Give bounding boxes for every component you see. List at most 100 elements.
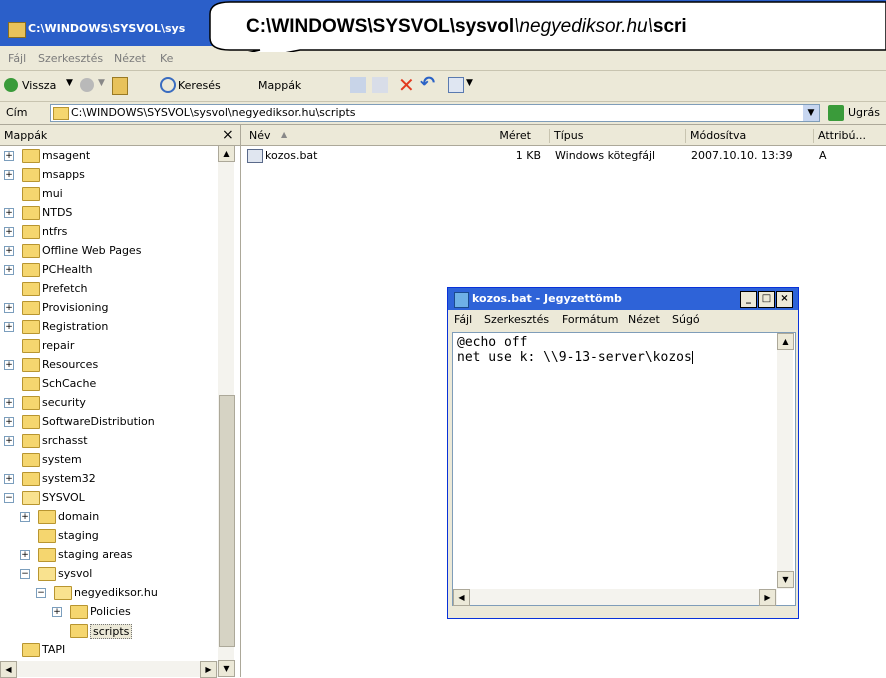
notepad-icon bbox=[454, 292, 469, 308]
column-size[interactable]: Méret bbox=[437, 129, 531, 143]
undo-icon[interactable]: ↶ bbox=[420, 73, 435, 94]
back-arrow-icon[interactable] bbox=[4, 78, 18, 92]
menu-file[interactable]: Fájl bbox=[8, 52, 26, 65]
folder-icon bbox=[22, 358, 40, 372]
text-caret bbox=[691, 351, 693, 364]
expand-icon[interactable]: + bbox=[4, 360, 14, 370]
tree-item-label: Resources bbox=[42, 358, 99, 371]
notepad-menu-help[interactable]: Súgó bbox=[672, 313, 700, 326]
scroll-up-icon[interactable]: ▲ bbox=[218, 145, 235, 162]
expand-icon[interactable]: + bbox=[20, 512, 30, 522]
folder-icon bbox=[38, 529, 56, 543]
collapse-icon[interactable]: − bbox=[36, 588, 46, 598]
tree-item-label: repair bbox=[42, 339, 75, 352]
expand-icon[interactable]: + bbox=[4, 246, 14, 256]
notepad-horizontal-scrollbar[interactable]: ◀ ▶ bbox=[453, 589, 777, 606]
expand-icon[interactable]: + bbox=[4, 208, 14, 218]
notepad-menu-format[interactable]: Formátum bbox=[562, 313, 618, 326]
delete-icon[interactable]: ✕ bbox=[398, 73, 415, 97]
menu-favorites[interactable]: Ke bbox=[160, 52, 173, 65]
notepad-menu-file[interactable]: Fájl bbox=[454, 313, 472, 326]
expand-icon[interactable]: + bbox=[20, 550, 30, 560]
list-header: Név ▲ Méret Típus Módosítva Attribú... bbox=[241, 125, 886, 146]
address-dropdown-icon[interactable]: ▼ bbox=[803, 105, 819, 121]
tree-item-label: negyediksor.hu bbox=[74, 586, 158, 599]
move-to-icon[interactable] bbox=[350, 77, 366, 93]
expand-icon[interactable]: + bbox=[4, 227, 14, 237]
expand-icon[interactable]: + bbox=[52, 607, 62, 617]
path-callout: C:\WINDOWS\SYSVOL\sysvol\negyediksor.hu\… bbox=[190, 0, 886, 52]
forward-dropdown-icon[interactable]: ▼ bbox=[98, 78, 105, 88]
scroll-right-icon[interactable]: ▶ bbox=[200, 661, 217, 678]
menu-edit[interactable]: Szerkesztés bbox=[38, 52, 103, 65]
folder-icon bbox=[22, 282, 40, 296]
close-icon[interactable]: × bbox=[776, 291, 793, 308]
search-button[interactable]: Keresés bbox=[178, 79, 221, 92]
tree-item-label: ntfrs bbox=[42, 225, 68, 238]
expand-icon[interactable]: + bbox=[4, 303, 14, 313]
folder-icon bbox=[70, 605, 88, 619]
folder-icon bbox=[22, 472, 40, 486]
scroll-left-icon[interactable]: ◀ bbox=[0, 661, 17, 678]
expand-icon[interactable]: + bbox=[4, 265, 14, 275]
column-type[interactable]: Típus bbox=[549, 129, 583, 143]
tree-item-label: Registration bbox=[42, 320, 109, 333]
tree-item-label: Prefetch bbox=[42, 282, 88, 295]
column-name[interactable]: Név bbox=[245, 129, 271, 143]
file-type: Windows kötegfájl bbox=[555, 149, 656, 162]
maximize-icon[interactable]: □ bbox=[758, 291, 775, 308]
scroll-up-icon[interactable]: ▲ bbox=[777, 333, 794, 350]
views-icon[interactable] bbox=[448, 77, 464, 93]
up-folder-icon[interactable] bbox=[112, 77, 128, 95]
menu-view[interactable]: Nézet bbox=[114, 52, 146, 65]
notepad-title: kozos.bat - Jegyzettömb bbox=[472, 292, 622, 305]
tree-vertical-scrollbar[interactable]: ▲ ▼ bbox=[218, 145, 235, 677]
expand-icon[interactable]: + bbox=[4, 417, 14, 427]
close-icon[interactable]: × bbox=[222, 127, 234, 143]
collapse-icon[interactable]: − bbox=[20, 569, 30, 579]
table-row[interactable]: kozos.bat 1 KB Windows kötegfájl 2007.10… bbox=[241, 147, 886, 165]
search-icon[interactable] bbox=[160, 77, 176, 93]
scroll-down-icon[interactable]: ▼ bbox=[218, 660, 235, 677]
expand-icon[interactable]: + bbox=[4, 170, 14, 180]
code-line-2: net use k: \\9-13-server\kozos bbox=[457, 350, 693, 365]
go-button[interactable]: Ugrás bbox=[848, 106, 880, 119]
scroll-thumb[interactable] bbox=[219, 395, 235, 647]
notepad-menu-edit[interactable]: Szerkesztés bbox=[484, 313, 549, 326]
notepad-vertical-scrollbar[interactable]: ▲ ▼ bbox=[777, 333, 794, 589]
notepad-window[interactable]: kozos.bat - Jegyzettömb _ □ × Fájl Szerk… bbox=[447, 287, 799, 619]
column-attributes[interactable]: Attribú... bbox=[813, 129, 866, 143]
callout-suffix: scri bbox=[652, 16, 687, 37]
tree-item-label: SchCache bbox=[42, 377, 97, 390]
address-path: C:\WINDOWS\SYSVOL\sysvol\negyediksor.hu\… bbox=[71, 106, 356, 119]
notepad-text-area[interactable]: @echo off net use k: \\9-13-server\kozos… bbox=[452, 332, 796, 606]
go-arrow-icon[interactable] bbox=[828, 105, 844, 121]
copy-to-icon[interactable] bbox=[372, 77, 388, 93]
expand-icon[interactable]: + bbox=[4, 151, 14, 161]
forward-arrow-icon[interactable] bbox=[80, 78, 94, 92]
scroll-right-icon[interactable]: ▶ bbox=[759, 589, 776, 606]
file-name: kozos.bat bbox=[265, 149, 318, 162]
scroll-down-icon[interactable]: ▼ bbox=[777, 571, 794, 588]
address-input[interactable]: C:\WINDOWS\SYSVOL\sysvol\negyediksor.hu\… bbox=[50, 104, 820, 122]
notepad-menu-view[interactable]: Nézet bbox=[628, 313, 660, 326]
back-dropdown-icon[interactable]: ▼ bbox=[66, 78, 73, 88]
expand-icon[interactable]: + bbox=[4, 398, 14, 408]
expand-icon[interactable]: + bbox=[4, 474, 14, 484]
notepad-title-bar[interactable]: kozos.bat - Jegyzettömb _ □ × bbox=[448, 288, 798, 310]
tree-horizontal-scrollbar[interactable]: ◀ ▶ bbox=[0, 661, 218, 678]
tree-item-label: NTDS bbox=[42, 206, 73, 219]
expand-icon[interactable]: + bbox=[4, 436, 14, 446]
scroll-left-icon[interactable]: ◀ bbox=[453, 589, 470, 606]
folder-icon bbox=[38, 548, 56, 562]
back-button[interactable]: Vissza bbox=[22, 79, 56, 92]
collapse-icon[interactable]: − bbox=[4, 493, 14, 503]
folders-button[interactable]: Mappák bbox=[258, 79, 301, 92]
tree-item-label: system32 bbox=[42, 472, 96, 485]
callout-italic: \negyediksor.hu\ bbox=[514, 16, 653, 37]
minimize-icon[interactable]: _ bbox=[740, 291, 757, 308]
views-dropdown-icon[interactable]: ▼ bbox=[466, 78, 473, 88]
folder-icon bbox=[22, 396, 40, 410]
expand-icon[interactable]: + bbox=[4, 322, 14, 332]
column-modified[interactable]: Módosítva bbox=[685, 129, 746, 143]
